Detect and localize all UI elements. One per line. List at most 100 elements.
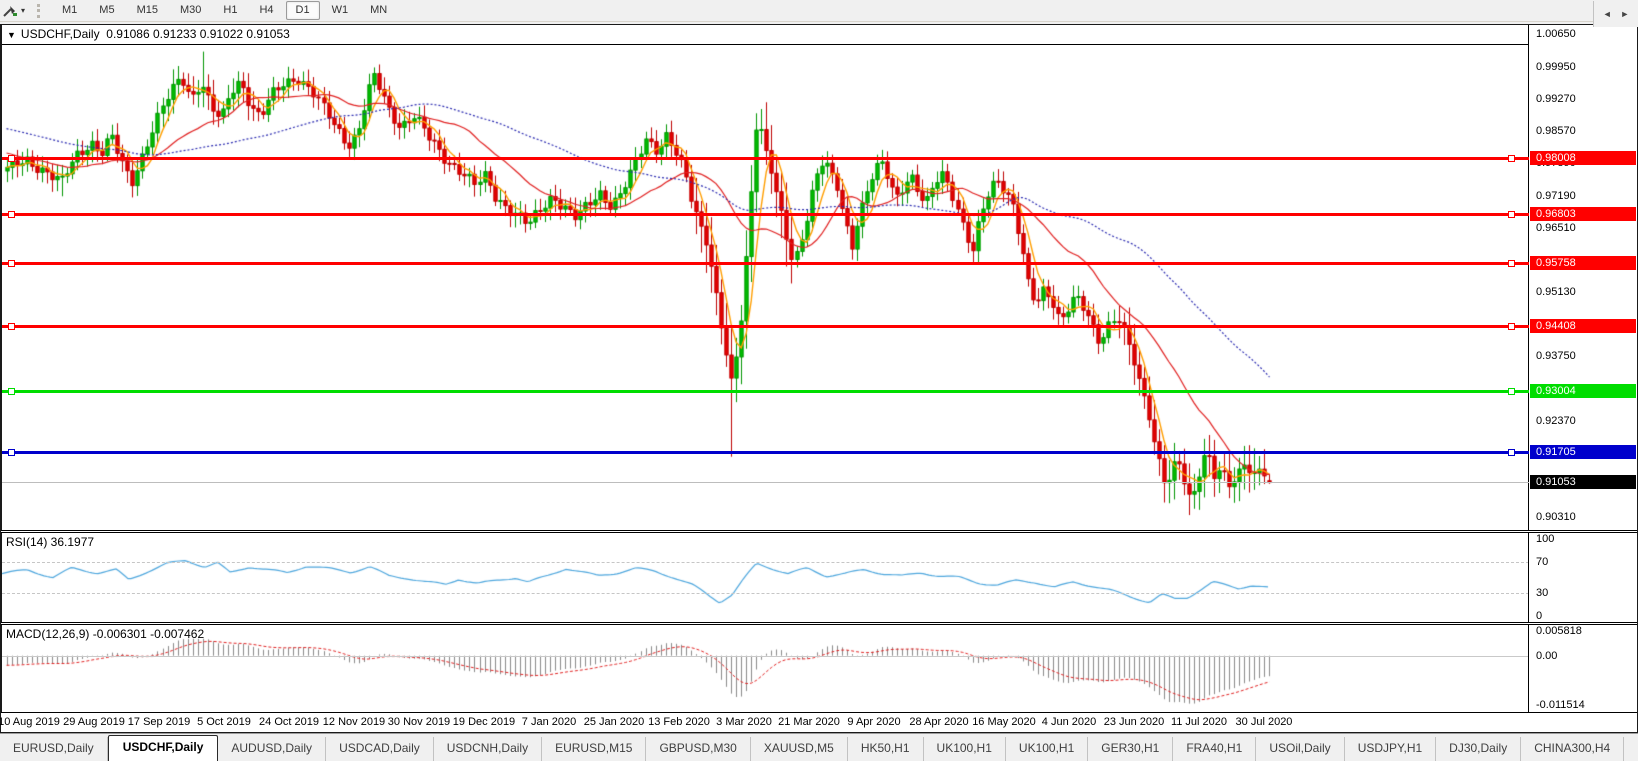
tab-usdcad-daily[interactable]: USDCAD,Daily — [326, 737, 434, 761]
timeframe-button-w1[interactable]: W1 — [322, 1, 359, 20]
price-axis[interactable]: 1.006500.999500.992700.985700.978900.971… — [1528, 25, 1637, 530]
macd-axis-label: -0.011514 — [1536, 699, 1585, 711]
macd-pane: MACD(12,26,9) -0.006301 -0.007462 0.0058… — [1, 625, 1637, 712]
macd-axis-label: 0.00 — [1536, 650, 1557, 662]
macd-canvas[interactable] — [2, 625, 1529, 712]
rsi-axis-label: 0 — [1536, 610, 1542, 622]
main-chart-plot[interactable]: ▼ USDCHF,Daily 0.91086 0.91233 0.91022 0.… — [1, 25, 1529, 530]
price-tick: 0.90310 — [1536, 511, 1576, 523]
price-tick: 0.95130 — [1536, 286, 1576, 298]
tab-ger30-h1[interactable]: GER30,H1 — [1088, 737, 1173, 761]
tab-uk100-h1[interactable]: UK100,H1 — [1006, 737, 1088, 761]
horizontal-level-line[interactable] — [2, 451, 1529, 454]
rsi-axis-label: 100 — [1536, 533, 1554, 545]
horizontal-level-line[interactable] — [2, 213, 1529, 216]
rsi-axis: 10070300 — [1528, 533, 1637, 622]
toolbar-grip-handle[interactable] — [37, 4, 45, 18]
chart-tool-icon — [2, 3, 18, 18]
tab-uk100-h1[interactable]: UK100,H1 — [924, 737, 1006, 761]
chart-title: ▼ USDCHF,Daily 0.91086 0.91233 0.91022 0.… — [7, 27, 290, 41]
chart-window: ▼ USDCHF,Daily 0.91086 0.91233 0.91022 0.… — [0, 24, 1638, 733]
line-anchor-marker — [1508, 211, 1515, 218]
timeframe-button-h1[interactable]: H1 — [213, 1, 247, 20]
chart-tool-button[interactable]: ▾ — [0, 0, 29, 21]
tab-gbpusd-m30[interactable]: GBPUSD,M30 — [646, 737, 750, 761]
tab-xauusd-m5[interactable]: XAUUSD,M5 — [751, 737, 848, 761]
line-anchor-marker — [1508, 388, 1515, 395]
price-tick: 0.92370 — [1536, 415, 1576, 427]
chevron-down-icon: ▾ — [21, 6, 25, 15]
price-tick: 1.00650 — [1536, 28, 1576, 40]
tab-scroll-controls: ◄ ► — [1593, 1, 1638, 27]
timeframe-button-m15[interactable]: M15 — [127, 1, 168, 20]
tab-usoil-h1[interactable]: USOil,H1 — [1624, 737, 1638, 761]
mt4-workspace: ▾ M1M5M15M30H1H4D1W1MN ▼ USDCHF,Daily 0.9… — [0, 0, 1638, 761]
rsi-plot[interactable]: RSI(14) 36.1977 — [1, 533, 1529, 622]
line-anchor-marker — [1508, 155, 1515, 162]
line-anchor-marker — [1508, 449, 1515, 456]
chart-symbol-label: USDCHF,Daily — [21, 27, 100, 41]
tab-usdjpy-h1[interactable]: USDJPY,H1 — [1345, 737, 1436, 761]
candlestick-canvas[interactable] — [2, 25, 1529, 530]
tab-eurusd-daily[interactable]: EURUSD,Daily — [0, 737, 108, 761]
macd-axis: 0.005818 0.00 -0.011514 — [1528, 625, 1637, 712]
tab-china300-h4[interactable]: CHINA300,H4 — [1521, 737, 1624, 761]
price-tick: 0.96510 — [1536, 222, 1576, 234]
timeframe-button-mn[interactable]: MN — [360, 1, 397, 20]
current-price-badge: 0.91053 — [1530, 475, 1636, 489]
line-anchor-marker — [8, 211, 15, 218]
current-price-line — [2, 482, 1529, 483]
price-tick: 0.99950 — [1536, 61, 1576, 73]
timeframe-button-m30[interactable]: M30 — [170, 1, 211, 20]
level-price-badge: 0.95758 — [1530, 256, 1636, 270]
line-anchor-marker — [8, 449, 15, 456]
level-price-badge: 0.94408 — [1530, 319, 1636, 333]
tab-audusd-daily[interactable]: AUDUSD,Daily — [218, 737, 326, 761]
macd-indicator-label: MACD(12,26,9) -0.006301 -0.007462 — [6, 627, 204, 641]
tab-usdchf-daily[interactable]: USDCHF,Daily — [108, 735, 219, 761]
tab-scroll-right-icon[interactable]: ► — [1620, 9, 1629, 19]
level-price-badge: 0.98008 — [1530, 151, 1636, 165]
tab-dj30-daily[interactable]: DJ30,Daily — [1436, 737, 1521, 761]
line-anchor-marker — [8, 155, 15, 162]
timeframe-button-h4[interactable]: H4 — [249, 1, 283, 20]
title-separator-line — [2, 44, 1529, 45]
tab-scroll-left-icon[interactable]: ◄ — [1603, 9, 1612, 19]
timeframe-toolbar: ▾ M1M5M15M30H1H4D1W1MN — [0, 0, 1638, 22]
horizontal-level-line[interactable] — [2, 262, 1529, 265]
rsi-axis-label: 30 — [1536, 587, 1548, 599]
tab-fra40-h1[interactable]: FRA40,H1 — [1173, 737, 1256, 761]
timeframe-buttons: M1M5M15M30H1H4D1W1MN — [51, 1, 398, 20]
tab-hk50-h1[interactable]: HK50,H1 — [848, 737, 924, 761]
price-tick: 0.97190 — [1536, 190, 1576, 202]
macd-zero-line — [2, 656, 1529, 657]
tab-eurusd-m15[interactable]: EURUSD,M15 — [542, 737, 646, 761]
line-anchor-marker — [8, 260, 15, 267]
macd-plot[interactable]: MACD(12,26,9) -0.006301 -0.007462 — [1, 625, 1529, 712]
chart-ohlc-values: 0.91086 0.91233 0.91022 0.91053 — [106, 27, 290, 41]
level-price-badge: 0.91705 — [1530, 445, 1636, 459]
date-tick: 30 Jul 2020 — [1219, 716, 1309, 728]
line-anchor-marker — [8, 388, 15, 395]
rsi-pane: RSI(14) 36.1977 10070300 — [1, 533, 1637, 622]
rsi-indicator-label: RSI(14) 36.1977 — [6, 535, 94, 549]
horizontal-level-line[interactable] — [2, 390, 1529, 393]
rsi-canvas[interactable] — [2, 533, 1529, 622]
rsi-level-line — [2, 562, 1529, 564]
horizontal-level-line[interactable] — [2, 157, 1529, 160]
line-anchor-marker — [1508, 260, 1515, 267]
tab-usdcnh-daily[interactable]: USDCNH,Daily — [434, 737, 542, 761]
timeframe-button-d1[interactable]: D1 — [286, 1, 320, 20]
timeframe-button-m1[interactable]: M1 — [52, 1, 87, 20]
chart-tab-bar: EURUSD,DailyUSDCHF,DailyAUDUSD,DailyUSDC… — [0, 733, 1638, 761]
level-price-badge: 0.93004 — [1530, 384, 1636, 398]
horizontal-level-line[interactable] — [2, 325, 1529, 328]
time-axis[interactable]: 10 Aug 201929 Aug 201917 Sep 20195 Oct 2… — [1, 712, 1637, 732]
tab-usoil-daily[interactable]: USOil,Daily — [1256, 737, 1344, 761]
timeframe-button-m5[interactable]: M5 — [89, 1, 124, 20]
level-price-badge: 0.96803 — [1530, 207, 1636, 221]
symbol-dropdown-icon[interactable]: ▼ — [7, 30, 16, 40]
line-anchor-marker — [1508, 323, 1515, 330]
line-anchor-marker — [8, 323, 15, 330]
macd-axis-label: 0.005818 — [1536, 625, 1582, 637]
